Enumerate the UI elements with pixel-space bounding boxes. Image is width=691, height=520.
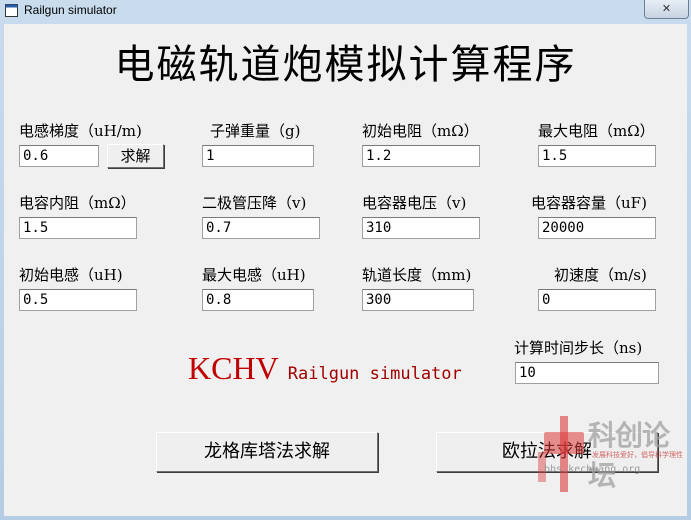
capacitor-esr-label: 电容内阻（mΩ） [19,194,136,212]
inductance-gradient-input[interactable] [19,145,99,167]
window-icon [5,4,18,17]
close-button[interactable]: ✕ [644,0,689,19]
page-title: 电磁轨道炮模拟计算程序 [114,42,577,88]
client-area: 电磁轨道炮模拟计算程序 电感梯度（uH/m) 求解 子弹重量（g) 初始电阻（m… [4,24,687,516]
rail-length-input[interactable] [362,289,474,311]
brand-logo: KCHV Railgun simulator [188,350,462,387]
inductance-gradient-label: 电感梯度（uH/m) [19,122,142,140]
time-step-label: 计算时间步长（ns) [514,339,643,357]
rail-length-label: 轨道长度（mm) [362,266,472,284]
diode-drop-input[interactable] [202,217,320,239]
time-step-input[interactable] [515,362,659,384]
capacitance-input[interactable] [538,217,656,239]
bullet-mass-label: 子弹重量（g) [210,122,301,140]
initial-resistance-label: 初始电阻（mΩ） [362,122,479,140]
diode-drop-label: 二极管压降（v) [202,194,307,212]
initial-resistance-input[interactable] [362,145,480,167]
initial-velocity-label: 初速度（m/s) [554,266,647,284]
kchv-logo: KCHV [188,350,279,386]
capacitance-label: 电容器容量（uF) [531,194,647,212]
solve-button[interactable]: 求解 [107,144,164,168]
app-window: Railgun simulator ✕ 电磁轨道炮模拟计算程序 电感梯度（uH/… [0,0,691,520]
max-inductance-label: 最大电感（uH) [202,266,306,284]
max-resistance-input[interactable] [538,145,656,167]
initial-inductance-label: 初始电感（uH) [19,266,123,284]
title-bar: Railgun simulator ✕ [0,0,691,22]
initial-velocity-input[interactable] [538,289,656,311]
brand-subtitle: Railgun simulator [287,364,462,384]
runge-kutta-button[interactable]: 龙格库塔法求解 [156,432,378,472]
close-icon: ✕ [661,2,672,15]
capacitor-voltage-input[interactable] [362,217,480,239]
bullet-mass-input[interactable] [202,145,314,167]
max-resistance-label: 最大电阻（mΩ） [538,122,655,140]
max-inductance-input[interactable] [202,289,314,311]
capacitor-voltage-label: 电容器电压（v) [362,194,467,212]
initial-inductance-input[interactable] [19,289,137,311]
capacitor-esr-input[interactable] [19,217,137,239]
euler-button[interactable]: 欧拉法求解 [436,432,658,472]
window-title: Railgun simulator [24,3,117,17]
